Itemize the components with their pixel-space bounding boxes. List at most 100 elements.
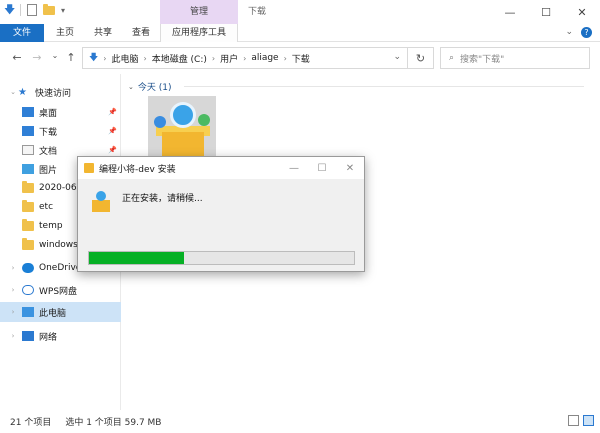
- expand-ribbon-icon[interactable]: ⌄: [565, 27, 573, 38]
- navigation-bar: ← → ⌄ ↑ 🡇 › 此电脑 › 本地磁盘 (C:) › 用户 › aliag…: [0, 42, 600, 74]
- qat-dropdown-icon[interactable]: ▾: [61, 6, 65, 15]
- install-status-text: 正在安装，请稍候...: [122, 194, 203, 204]
- breadcrumb-separator-icon: ›: [283, 53, 287, 63]
- sidebar-item-downloads[interactable]: 下载 📌: [0, 121, 121, 141]
- help-icon[interactable]: ?: [581, 27, 592, 38]
- properties-icon[interactable]: [27, 4, 37, 16]
- sidebar-item-quick-access[interactable]: ⌄ ★ 快速访问: [0, 82, 121, 102]
- expand-chevron-icon[interactable]: ›: [8, 264, 18, 272]
- quick-access-toolbar: 🡇 ▾: [4, 3, 65, 16]
- install-progress-bar: [88, 251, 355, 265]
- expand-chevron-icon[interactable]: ›: [8, 308, 18, 316]
- sidebar-item-label: 文档: [39, 146, 58, 157]
- breadcrumb-users[interactable]: 用户: [220, 52, 238, 65]
- maximize-button[interactable]: ☐: [528, 0, 564, 24]
- download-icon: [22, 126, 34, 136]
- breadcrumb-separator-icon: ›: [243, 53, 247, 63]
- sidebar-item-this-pc[interactable]: › 此电脑: [0, 302, 121, 322]
- refresh-button[interactable]: ↻: [408, 47, 434, 69]
- dialog-minimize-button[interactable]: —: [280, 157, 308, 179]
- close-button[interactable]: ✕: [564, 0, 600, 24]
- sidebar-item-label: 网络: [39, 332, 58, 343]
- manage-context-tab[interactable]: 管理: [160, 0, 238, 24]
- folder-icon: [22, 200, 34, 212]
- tab-share[interactable]: 共享: [86, 24, 120, 42]
- tab-file[interactable]: 文件: [0, 24, 44, 42]
- breadcrumb-this-pc[interactable]: 此电脑: [111, 52, 138, 65]
- sidebar-item-label: 图片: [39, 165, 58, 176]
- pin-icon[interactable]: 📌: [108, 146, 117, 154]
- star-icon: ★: [18, 87, 27, 98]
- sidebar-item-label: 下载: [39, 127, 58, 138]
- breadcrumb-separator-icon: ›: [103, 53, 107, 63]
- tab-home[interactable]: 主页: [48, 24, 82, 42]
- installer-dialog: 编程小将-dev 安装 — ☐ ✕ 正在安装，请稍候...: [77, 156, 365, 272]
- onedrive-icon: [22, 263, 34, 273]
- group-header-today[interactable]: ⌄ 今天 (1): [128, 80, 172, 94]
- back-button[interactable]: ←: [10, 51, 24, 64]
- sidebar-item-label: 2020-06: [39, 183, 77, 193]
- sidebar-item-label: 桌面: [39, 108, 58, 119]
- breadcrumb-downloads[interactable]: 下载: [292, 52, 310, 65]
- breadcrumb-aliage[interactable]: aliage: [251, 53, 278, 63]
- folder-icon: [22, 219, 34, 231]
- dialog-window-controls: — ☐ ✕: [280, 157, 364, 179]
- download-arrow-icon[interactable]: 🡇: [4, 4, 15, 16]
- wps-cloud-icon: [22, 285, 34, 295]
- up-button[interactable]: ↑: [64, 51, 78, 64]
- sidebar-item-label: OneDrive: [39, 263, 82, 273]
- collapse-chevron-icon[interactable]: ⌄: [128, 83, 134, 91]
- ribbon-tabs: 文件 主页 共享 查看 应用程序工具 ⌄ ?: [0, 24, 600, 42]
- minimize-button[interactable]: —: [492, 0, 528, 24]
- search-input[interactable]: ⌕ 搜索"下载": [440, 47, 590, 69]
- pin-icon[interactable]: 📌: [108, 108, 117, 116]
- expand-chevron-icon[interactable]: ⌄: [8, 88, 18, 96]
- search-icon: ⌕: [449, 53, 455, 63]
- expand-chevron-icon[interactable]: ›: [8, 286, 18, 294]
- item-count: 21 个项目: [10, 418, 52, 428]
- address-bar[interactable]: 🡇 › 此电脑 › 本地磁盘 (C:) › 用户 › aliage › 下载 ⌄: [82, 47, 408, 69]
- sidebar-item-network[interactable]: › 网络: [0, 326, 121, 346]
- new-folder-icon[interactable]: [43, 3, 55, 15]
- expand-chevron-icon[interactable]: ›: [8, 332, 18, 340]
- qat-separator: [20, 4, 21, 16]
- window-title: 下载: [248, 7, 267, 17]
- document-icon: [22, 145, 34, 155]
- network-icon: [22, 331, 34, 341]
- selection-info: 选中 1 个项目 59.7 MB: [65, 418, 162, 428]
- sidebar-item-label: WPS网盘: [39, 286, 78, 297]
- sidebar-item-desktop[interactable]: 桌面 📌: [0, 102, 121, 122]
- dialog-maximize-button[interactable]: ☐: [308, 157, 336, 179]
- dialog-close-button[interactable]: ✕: [336, 157, 364, 179]
- details-view-icon[interactable]: [568, 415, 579, 426]
- sidebar-item-label: 快速访问: [35, 88, 72, 99]
- recent-locations-button[interactable]: ⌄: [48, 51, 62, 60]
- progress-fill: [89, 252, 185, 264]
- app-gear-icon: [198, 114, 210, 126]
- view-toggles: [568, 415, 594, 426]
- dialog-title-bar[interactable]: 编程小将-dev 安装 — ☐ ✕: [78, 157, 364, 179]
- address-dropdown-icon[interactable]: ⌄: [393, 52, 401, 62]
- desktop-icon: [22, 107, 34, 117]
- forward-button[interactable]: →: [30, 51, 44, 64]
- large-icons-view-icon[interactable]: [583, 415, 594, 426]
- group-header-label: 今天 (1): [137, 83, 172, 93]
- status-bar: 21 个项目 选中 1 个项目 59.7 MB: [0, 410, 600, 433]
- search-placeholder: 搜索"下载": [460, 54, 505, 65]
- sidebar-item-label: 此电脑: [39, 308, 67, 319]
- window-controls: — ☐ ✕: [492, 0, 600, 24]
- folder-icon: [22, 238, 34, 250]
- sidebar-item-wps-cloud[interactable]: › WPS网盘: [0, 280, 121, 300]
- installer-logo-icon: [90, 191, 112, 213]
- this-pc-icon: [22, 307, 34, 317]
- dialog-title: 编程小将-dev 安装: [99, 164, 176, 175]
- ribbon-right-controls: ⌄ ?: [565, 27, 592, 38]
- folder-icon: [22, 181, 34, 193]
- sidebar-item-label: etc: [39, 202, 54, 212]
- breadcrumb-local-disk[interactable]: 本地磁盘 (C:): [152, 52, 207, 65]
- tab-view[interactable]: 查看: [124, 24, 158, 42]
- location-arrow-icon: 🡇: [89, 53, 99, 63]
- pin-icon[interactable]: 📌: [108, 127, 117, 135]
- tab-application-tools[interactable]: 应用程序工具: [160, 24, 238, 42]
- picture-icon: [22, 164, 34, 174]
